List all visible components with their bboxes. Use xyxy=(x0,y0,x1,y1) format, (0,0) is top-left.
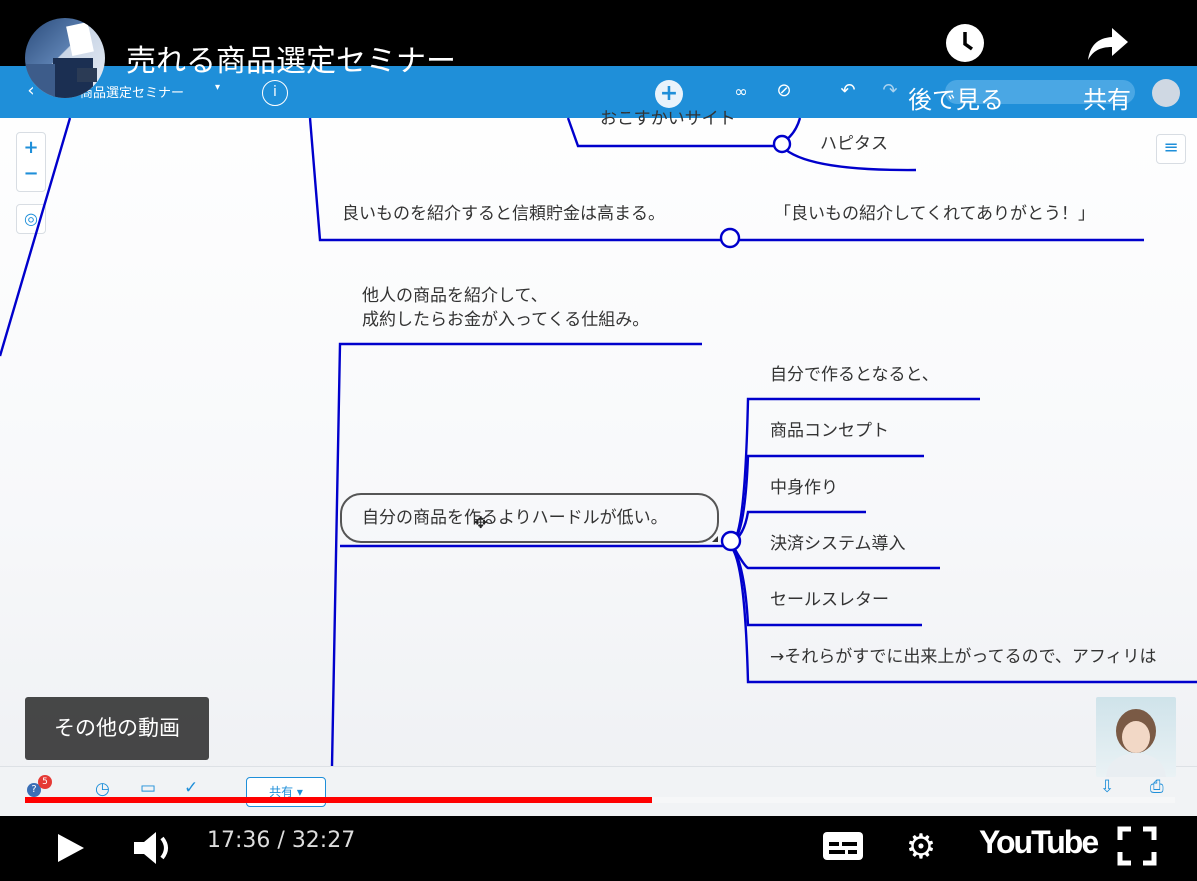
node-concept[interactable]: 商品コンセプト xyxy=(770,419,889,443)
node-sales-letter[interactable]: セールスレター xyxy=(770,588,889,612)
volume-icon[interactable] xyxy=(130,826,178,870)
watch-later-icon[interactable] xyxy=(944,22,986,64)
time-display: 17:36 / 32:27 xyxy=(207,828,355,853)
history-icon[interactable]: ◷ xyxy=(95,779,110,799)
time-current: 17:36 xyxy=(207,828,271,853)
node-payment[interactable]: 決済システム導入 xyxy=(770,532,906,556)
time-total: 32:27 xyxy=(291,828,356,853)
share-label[interactable]: 共有 xyxy=(1083,80,1131,115)
channel-avatar[interactable] xyxy=(25,18,105,98)
node-affiliate-line1[interactable]: 他人の商品を紹介して、 xyxy=(362,284,548,308)
video-player[interactable]: ‹ 商品選定セミナー ▾ i + ∞ ⊘ ↶ ↷ + − ◎ ≡ ✥ おこすかい… xyxy=(0,0,1197,881)
channel-watermark[interactable] xyxy=(1096,697,1176,777)
play-icon[interactable] xyxy=(50,828,90,868)
node-trust[interactable]: 良いものを紹介すると信頼貯金は高まる。 xyxy=(342,202,665,226)
node-thanks[interactable]: 「良いもの紹介してくれてありがとう！」 xyxy=(774,202,1095,226)
avatar-figure xyxy=(25,22,97,98)
time-separator: / xyxy=(270,828,292,853)
node-already[interactable]: →それらがすでに出来上がってるので、アフィリは xyxy=(770,645,1157,669)
resize-corner xyxy=(712,536,718,542)
node-hapitas[interactable]: ハピタス xyxy=(820,132,888,156)
youtube-logo[interactable]: YouTube xyxy=(979,824,1099,861)
player-controls: 17:36 / 32:27 ⚙ YouTube xyxy=(0,816,1197,881)
progress-played xyxy=(25,797,652,803)
collapse-toggle-trust xyxy=(719,227,741,249)
watermark-figure xyxy=(1106,709,1166,777)
node-osusume[interactable]: おこすかいサイト xyxy=(600,107,736,131)
presentation-icon[interactable]: ▭ xyxy=(140,778,156,798)
app-bottom-bar: ? 5 ◷ ▭ ✓ 共有 ▾ ⇩ ⎙ xyxy=(0,766,1197,817)
branch-sales-letter xyxy=(730,545,922,627)
subtitles-icon[interactable] xyxy=(822,830,864,862)
node-hurdle[interactable]: 自分の商品を作るよりハードルが低い。 xyxy=(362,506,668,530)
node-content[interactable]: 中身作り xyxy=(770,476,838,500)
collapse-toggle-hurdle xyxy=(720,530,742,552)
branch-trunk xyxy=(330,342,702,767)
progress-bar[interactable] xyxy=(25,797,1175,803)
more-videos-button[interactable]: その他の動画 xyxy=(25,697,209,760)
share-arrow-icon[interactable] xyxy=(1086,24,1130,64)
node-own-make[interactable]: 自分で作るとなると、 xyxy=(770,363,939,387)
collapse-toggle-top xyxy=(772,134,792,154)
branch-left-edge xyxy=(0,117,72,357)
notification-badge: 5 xyxy=(38,775,52,789)
check-icon[interactable]: ✓ xyxy=(184,778,198,798)
video-title[interactable]: 売れる商品選定セミナー xyxy=(126,36,456,80)
settings-gear-icon[interactable]: ⚙ xyxy=(902,828,940,866)
print-icon[interactable]: ⎙ xyxy=(1150,777,1164,797)
node-affiliate-line2[interactable]: 成約したらお金が入ってくる仕組み。 xyxy=(362,308,649,332)
fullscreen-icon[interactable] xyxy=(1117,826,1157,866)
cloud-download-icon[interactable]: ⇩ xyxy=(1100,777,1114,797)
watch-later-label[interactable]: 後で見る xyxy=(908,80,1004,115)
